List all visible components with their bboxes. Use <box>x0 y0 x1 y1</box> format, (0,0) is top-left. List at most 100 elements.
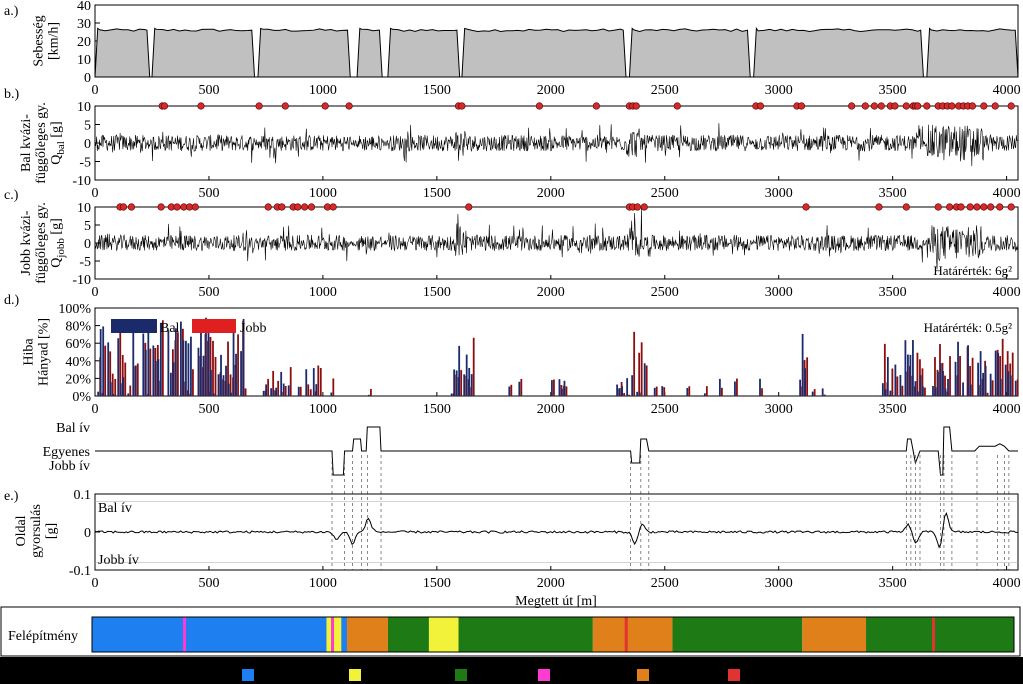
bar-bal <box>982 372 985 396</box>
y-tick-label: 0 <box>84 237 91 252</box>
bar-bal <box>122 377 125 396</box>
y-tick-label: 20% <box>65 372 91 387</box>
bar-bal <box>458 345 461 396</box>
bar-bal <box>942 371 944 396</box>
curve-label-bal: Bal ív <box>56 421 90 436</box>
legend-swatch-bal <box>111 319 157 333</box>
bar-bal <box>262 390 265 396</box>
bar-bal <box>999 378 1002 396</box>
exceed-marker <box>1007 203 1015 211</box>
bar-bal <box>157 359 160 396</box>
structure-stripe <box>183 617 187 652</box>
x-tick-label: 2000 <box>537 285 565 300</box>
bar-bal <box>703 393 706 396</box>
bar-jobb <box>663 387 666 396</box>
exceed-marker <box>861 102 869 110</box>
bar-bal <box>801 333 804 396</box>
y-axis-label: Hányad [%] <box>37 318 52 386</box>
x-tick-label: 0 <box>92 402 99 417</box>
exceed-marker <box>329 203 337 211</box>
figure: 0102030400 500 1000 1500 2000 2500 3000 3500 400… <box>0 0 1021 657</box>
structure-block <box>92 617 327 652</box>
bar-bal <box>932 385 934 396</box>
lateral-acc-line <box>94 511 1018 549</box>
x-tick-label: 1500 <box>423 186 451 201</box>
bar-jobb <box>307 384 310 396</box>
bar-jobb <box>104 345 107 396</box>
bar-bal <box>174 328 177 396</box>
bar-bal <box>1004 364 1007 396</box>
bar-jobb <box>1001 338 1004 396</box>
x-tick-label: 1500 <box>423 285 451 300</box>
bar-jobb <box>901 385 904 396</box>
y-tick-label: -5 <box>79 255 91 270</box>
speed-area <box>257 27 351 78</box>
exceed-marker <box>923 102 931 110</box>
bar-bal <box>734 381 736 396</box>
bar-bal <box>558 379 561 396</box>
bar-jobb <box>317 365 320 396</box>
y-axis-label: [g] <box>44 523 59 539</box>
curve-label-jobb: Jobb ív <box>49 459 90 474</box>
bar-jobb <box>761 388 763 396</box>
bar-bal <box>97 391 100 396</box>
bar-bal <box>187 343 190 396</box>
x-tick-label: 1500 <box>423 402 451 417</box>
x-tick-label: 2000 <box>537 186 565 201</box>
bar-bal <box>957 341 959 396</box>
color-legend <box>0 657 1023 684</box>
panel-tag: e.) <box>4 489 19 504</box>
bar-jobb <box>111 373 114 396</box>
y-axis-label: [km/h] <box>47 22 62 60</box>
y-tick-label: 80% <box>65 320 91 335</box>
bar-bal <box>661 386 664 396</box>
speed-area <box>151 27 256 78</box>
x-tick-label: 3500 <box>879 83 907 98</box>
bar-bal <box>220 354 222 396</box>
bar-bal <box>144 349 147 396</box>
x-tick-label: 2500 <box>651 576 679 591</box>
exceed-marker <box>301 203 309 211</box>
bar-bal <box>169 372 172 396</box>
exceed-marker <box>968 102 977 110</box>
structure-block <box>672 617 803 652</box>
bar-jobb <box>924 387 926 396</box>
y-tick-label: 10 <box>77 100 91 115</box>
exceed-marker <box>255 102 263 110</box>
bar-bal <box>1009 375 1012 396</box>
x-tick-label: 3000 <box>765 83 793 98</box>
bar-jobb <box>806 357 809 396</box>
bar-jobb <box>472 337 475 396</box>
y-axis-label: Qjobb [g] <box>49 218 67 268</box>
bar-bal <box>200 330 202 396</box>
exceed-marker <box>870 102 879 110</box>
bar-jobb <box>640 342 643 396</box>
bar-bal <box>453 369 456 396</box>
exceed-marker <box>914 102 922 110</box>
y-axis-label: Bal kvázi- <box>19 114 34 172</box>
bar-bal <box>127 393 130 396</box>
bar-bal <box>119 383 122 396</box>
x-tick-label: 3000 <box>765 576 793 591</box>
legend-swatch-yellow <box>349 669 361 681</box>
legend-swatch-magenta <box>538 669 550 681</box>
bar-jobb <box>520 378 523 396</box>
bar-jobb <box>299 386 302 396</box>
bar-bal <box>811 391 814 396</box>
lateral-label: Oldal gyorsulás [g] <box>14 504 59 558</box>
x-tick-label: 3500 <box>879 576 907 591</box>
structure-block <box>346 617 388 652</box>
bar-bal <box>272 389 275 396</box>
bar-bal <box>804 368 807 396</box>
x-tick-label: 2000 <box>537 83 565 98</box>
x-tick-label: 2500 <box>651 285 679 300</box>
bar-jobb <box>370 388 372 396</box>
bar-bal <box>315 384 318 396</box>
structure-stripe <box>331 617 335 652</box>
exceed-marker <box>119 203 128 211</box>
x-tick-label: 2000 <box>537 576 565 591</box>
exceed-marker <box>281 102 289 110</box>
bar-bal <box>954 361 957 396</box>
bar-bal <box>939 363 942 396</box>
bar-bal <box>282 383 285 396</box>
